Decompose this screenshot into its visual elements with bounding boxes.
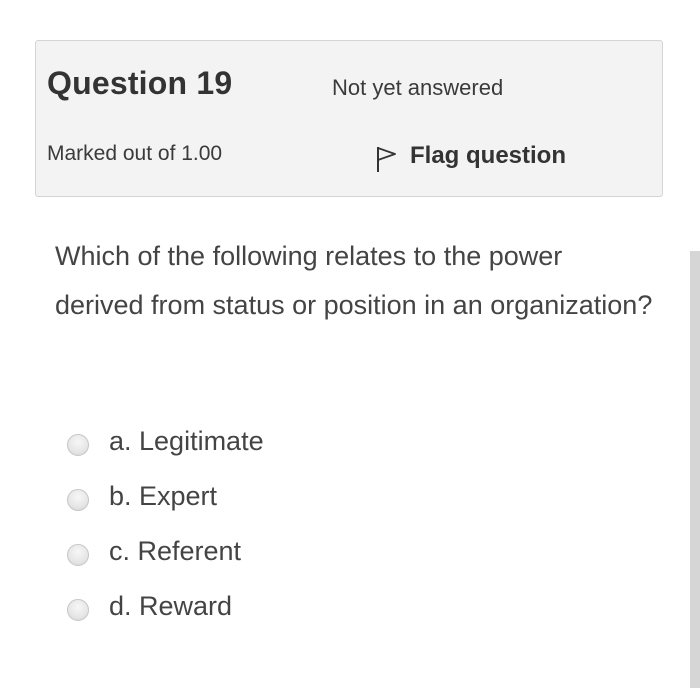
answer-a-radio[interactable] — [67, 433, 89, 456]
vertical-scrollbar[interactable] — [690, 251, 700, 688]
flag-icon — [377, 147, 396, 172]
answer-option-d[interactable]: d. Reward — [67, 579, 264, 634]
answer-d-label[interactable]: d. Reward — [109, 591, 232, 622]
question-page: Question 19 Not yet answered Marked out … — [0, 0, 700, 688]
question-number: Question 19 — [47, 65, 233, 101]
answer-option-b[interactable]: b. Expert — [67, 469, 264, 524]
question-grade: Marked out of 1.00 — [47, 142, 223, 165]
answer-d-radio[interactable] — [67, 598, 89, 621]
flag-question-button[interactable]: Flag question — [374, 138, 566, 174]
answer-c-radio[interactable] — [67, 543, 89, 566]
answer-a-label[interactable]: a. Legitimate — [109, 426, 264, 457]
answer-options: a. Legitimate b. Expert c. Referent d. R… — [67, 414, 264, 634]
question-info-panel: Question 19 Not yet answered Marked out … — [35, 40, 663, 197]
answer-c-label[interactable]: c. Referent — [109, 536, 241, 567]
question-text: Which of the following relates to the po… — [55, 241, 653, 320]
flag-question-label: Flag question — [410, 142, 566, 169]
answer-option-c[interactable]: c. Referent — [67, 524, 264, 579]
answer-b-label[interactable]: b. Expert — [109, 481, 217, 512]
question-state: Not yet answered — [332, 75, 504, 100]
answer-b-radio[interactable] — [67, 488, 89, 511]
answer-option-a[interactable]: a. Legitimate — [67, 414, 264, 469]
